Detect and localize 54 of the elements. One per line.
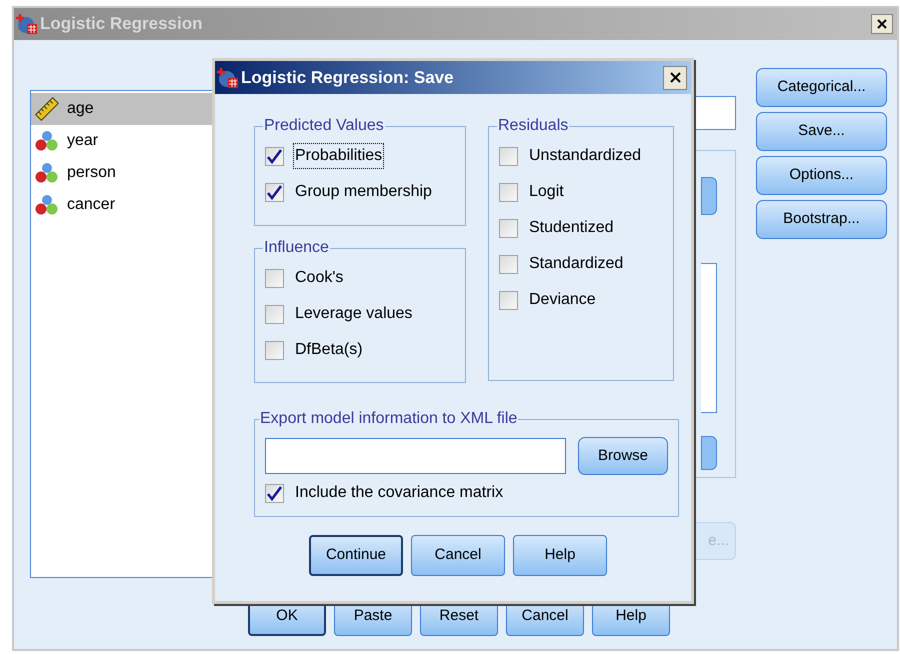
checkbox[interactable] bbox=[499, 146, 518, 166]
three-balls-icon bbox=[35, 162, 59, 184]
checkbox-label: Logit bbox=[528, 182, 565, 202]
variable-item[interactable]: year bbox=[31, 125, 231, 157]
close-icon bbox=[670, 72, 680, 83]
side-button[interactable]: Bootstrap... bbox=[756, 200, 887, 239]
checkbox-label: DfBeta(s) bbox=[294, 340, 364, 360]
checkbox[interactable] bbox=[265, 484, 284, 502]
variable-item[interactable]: person bbox=[31, 157, 231, 189]
dialog-button[interactable]: Cancel bbox=[411, 535, 505, 576]
checkbox[interactable] bbox=[265, 146, 284, 166]
checkbox-label: Include the covariance matrix bbox=[294, 483, 504, 503]
dialog-button[interactable]: Help bbox=[513, 535, 607, 576]
app-icon bbox=[217, 66, 239, 88]
checkbox-label: Standardized bbox=[528, 254, 624, 274]
close-button[interactable] bbox=[663, 66, 687, 90]
checkbox[interactable] bbox=[499, 218, 518, 238]
group-title: Residuals bbox=[497, 116, 570, 136]
checkbox-label: Leverage values bbox=[294, 304, 414, 324]
three-balls-icon bbox=[35, 130, 59, 152]
checkbox-label: Studentized bbox=[528, 218, 615, 238]
browse-button[interactable]: Browse bbox=[578, 437, 668, 475]
side-button[interactable]: Categorical... bbox=[756, 68, 887, 107]
app-icon bbox=[16, 13, 38, 35]
group-title: Export model information to XML file bbox=[259, 409, 518, 429]
checkbox[interactable] bbox=[265, 340, 284, 360]
checkmark-icon bbox=[267, 486, 282, 500]
side-button[interactable]: Options... bbox=[756, 156, 887, 195]
checkbox[interactable] bbox=[265, 268, 284, 288]
side-button[interactable]: Save... bbox=[756, 112, 887, 151]
checkmark-icon bbox=[267, 148, 282, 164]
group-title: Influence bbox=[263, 238, 330, 258]
checkbox-label: Probabilities bbox=[294, 144, 384, 168]
checkmark-icon bbox=[267, 184, 282, 200]
dialog-button[interactable]: Continue bbox=[309, 535, 403, 576]
checkbox[interactable] bbox=[265, 304, 284, 324]
close-icon bbox=[877, 19, 887, 29]
three-balls-icon bbox=[35, 194, 59, 216]
arrow-button[interactable] bbox=[701, 177, 717, 215]
close-button[interactable] bbox=[871, 14, 893, 34]
checkbox-label: Group membership bbox=[294, 182, 433, 202]
checkbox-label: Deviance bbox=[528, 290, 597, 310]
group-title: Predicted Values bbox=[263, 116, 385, 136]
checkbox[interactable] bbox=[265, 182, 284, 202]
file-path-field[interactable] bbox=[265, 438, 566, 474]
dialog-title: Logistic Regression: Save bbox=[241, 66, 455, 89]
checkbox[interactable] bbox=[499, 182, 518, 202]
checkbox-label: Unstandardized bbox=[528, 146, 642, 166]
checkbox[interactable] bbox=[499, 290, 518, 310]
arrow-button[interactable] bbox=[701, 436, 717, 470]
window-title: Logistic Regression bbox=[40, 13, 204, 36]
variable-item[interactable]: cancer bbox=[31, 189, 231, 221]
checkbox-label: Cook's bbox=[294, 268, 344, 288]
checkbox[interactable] bbox=[499, 254, 518, 274]
